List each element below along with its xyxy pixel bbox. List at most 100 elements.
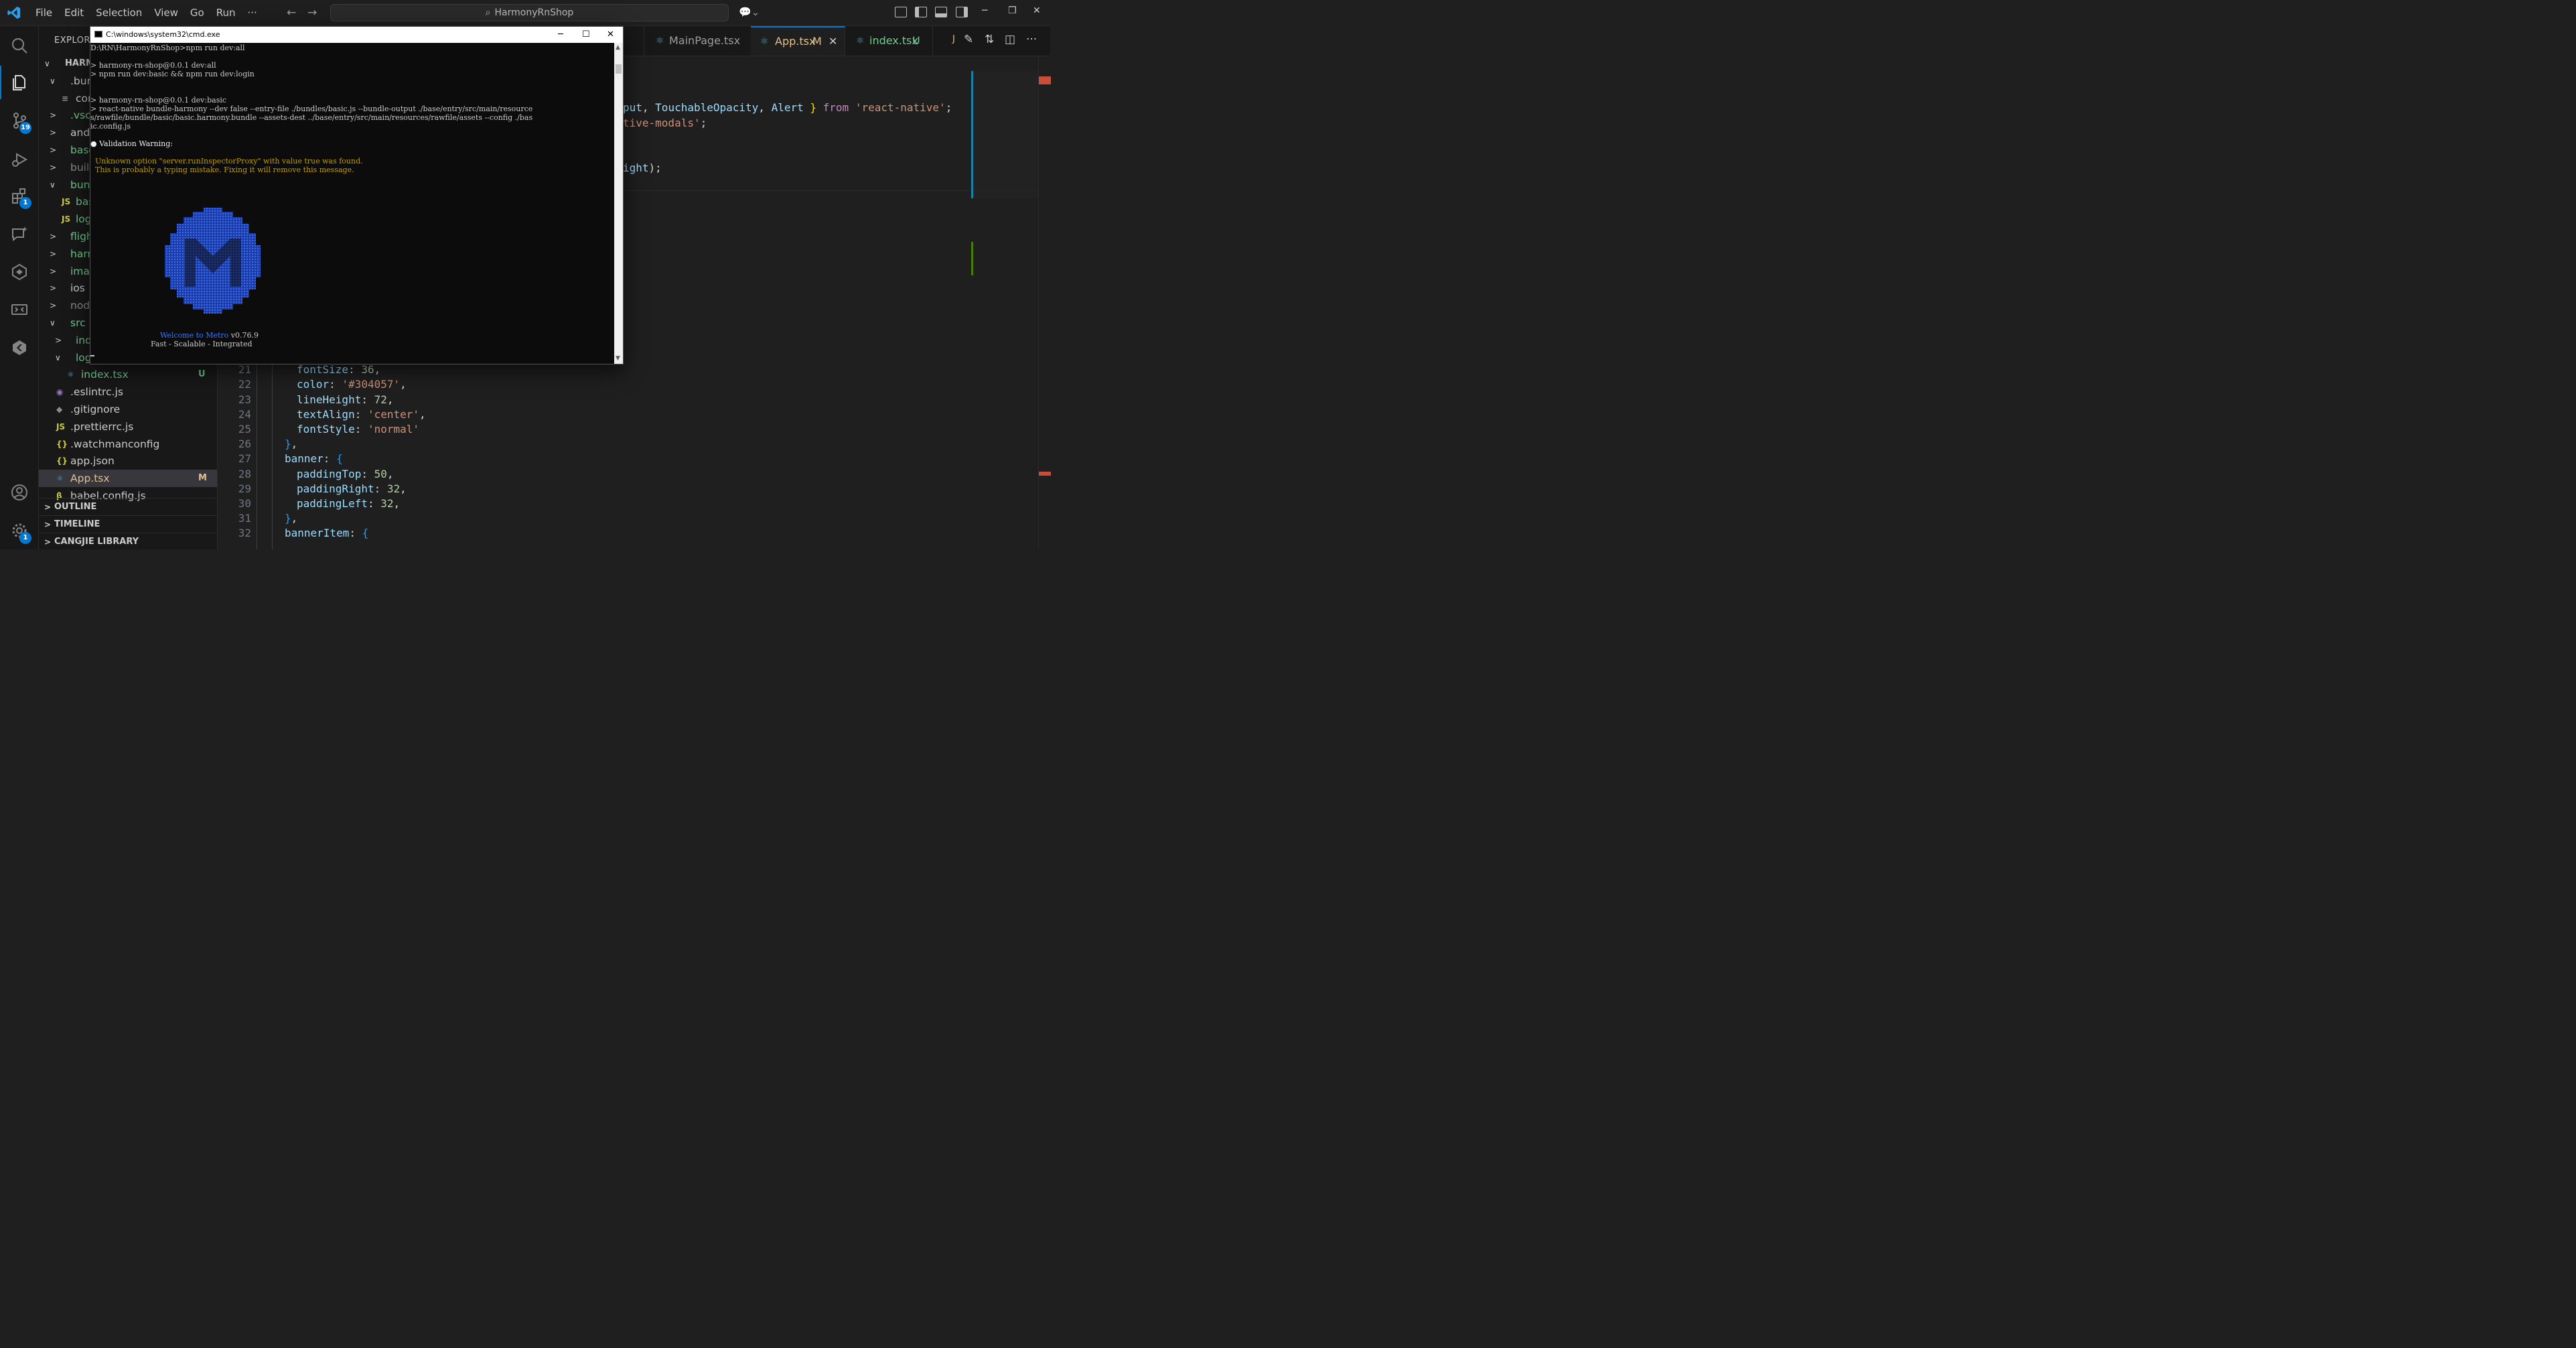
minimize-window-icon[interactable]: ─ <box>982 5 987 16</box>
compare-changes-icon[interactable]: ⇅ <box>985 33 994 46</box>
metro-logo-icon <box>165 208 261 314</box>
run-debug-icon[interactable] <box>0 143 38 176</box>
chevron-right-icon[interactable]: > <box>50 263 56 280</box>
restore-window-icon[interactable]: ❐ <box>1008 5 1017 16</box>
chevron-right-icon[interactable]: > <box>50 124 56 141</box>
scroll-marker <box>1039 76 1051 84</box>
menu-item[interactable]: File <box>29 7 58 19</box>
menu-item[interactable]: Selection <box>90 7 148 19</box>
cmd-scrollbar[interactable]: ▲ ▼ <box>614 43 623 364</box>
chevron-down-icon[interactable]: ∨ <box>55 349 61 366</box>
command-center-search[interactable]: ⌕ HarmonyRnShop <box>330 4 729 21</box>
vscode-logo-icon <box>7 6 21 19</box>
menu-item[interactable]: Go <box>184 7 210 19</box>
line-number: 29 <box>238 482 251 495</box>
file-type-icon: ≡ <box>62 93 69 103</box>
forward-arrow-icon[interactable]: → <box>307 6 317 19</box>
tree-item[interactable]: JS .prettierrc.js <box>39 418 217 435</box>
chevron-right-icon[interactable]: > <box>50 141 56 159</box>
cmd-window[interactable]: C:\windows\system32\cmd.exe ─ ☐ ✕ D:\RN\… <box>90 26 624 364</box>
toggle-primary-sidebar-icon[interactable] <box>915 7 927 17</box>
chevron-down-icon[interactable]: ∨ <box>50 176 56 194</box>
explorer-icon[interactable] <box>0 66 38 99</box>
chevron-right-icon[interactable]: > <box>50 245 56 263</box>
tree-item-label: .prettierrc.js <box>70 420 134 433</box>
code-line: 25 fontStyle: 'normal' <box>218 422 968 437</box>
chevron-right-icon[interactable]: > <box>55 332 62 349</box>
tree-item[interactable]: ⚛ App.tsx M <box>39 470 217 488</box>
chevron-right-icon[interactable]: > <box>50 228 56 245</box>
back-arrow-icon[interactable]: ← <box>287 6 296 19</box>
section-label: OUTLINE <box>54 502 97 512</box>
tab-label: index.tsx <box>869 34 918 47</box>
editor-scrollbar[interactable] <box>1038 56 1051 549</box>
split-editor-icon[interactable]: ◫ <box>1005 33 1015 46</box>
chevron-right-icon[interactable]: > <box>50 159 56 176</box>
code-text: lineHeight: 72, <box>297 393 394 406</box>
section-header[interactable]: > TIMELINE <box>39 515 217 533</box>
tree-item[interactable]: {} .watchmanconfig <box>39 435 217 453</box>
code-line: 30 paddingLeft: 32, <box>218 496 968 511</box>
search-view-icon[interactable] <box>0 29 38 62</box>
edit-pencil-icon[interactable]: ✎ <box>964 33 973 46</box>
minimap[interactable] <box>971 71 1038 285</box>
overflow-tab-icon[interactable]: J <box>952 34 955 44</box>
cmd-output[interactable]: D:\RN\HarmonyRnShop>npm run dev:all > har… <box>90 43 614 364</box>
accounts-icon[interactable] <box>0 476 38 509</box>
code-line: 29 paddingRight: 32, <box>218 482 968 496</box>
section-header[interactable]: > CANGJIE LIBRARY <box>39 533 217 549</box>
code-text: }, <box>285 437 298 451</box>
cursor <box>90 355 94 356</box>
code-line: 22 color: '#304057', <box>218 377 968 392</box>
chat-sparkle-icon[interactable] <box>0 218 38 251</box>
chevron-down-icon[interactable]: ∨ <box>50 72 56 90</box>
close-window-icon[interactable]: ✕ <box>1033 5 1041 16</box>
tree-item-label: App.tsx <box>70 472 110 485</box>
toggle-panel-icon[interactable] <box>935 7 947 17</box>
cmd-app-icon <box>94 31 102 38</box>
tree-item[interactable]: {} app.json <box>39 452 217 470</box>
copilot-chat-icon[interactable]: 💬⌄ <box>739 6 760 18</box>
tab-index[interactable]: ⚛ index.tsx U <box>845 26 933 56</box>
settings-badge: 1 <box>19 532 31 544</box>
menu-item[interactable]: ··· <box>242 7 263 19</box>
menu-item[interactable]: View <box>148 7 184 19</box>
flutter-icon[interactable] <box>0 331 38 364</box>
remote-explorer-icon[interactable] <box>0 293 38 326</box>
tree-item[interactable]: ◉ .eslintrc.js <box>39 383 217 401</box>
extensions-icon[interactable] <box>0 180 38 213</box>
menu-item[interactable]: Run <box>210 7 242 19</box>
tree-item[interactable]: ⚛ index.tsx U <box>39 366 217 383</box>
chevron-down-icon[interactable]: ∨ <box>44 55 50 72</box>
tree-item-label: src <box>70 317 86 329</box>
line-number: 32 <box>238 527 251 540</box>
tab-mainpage[interactable]: ⚛ MainPage.tsx <box>644 26 752 56</box>
close-tab-icon[interactable]: ✕ <box>829 27 837 56</box>
section-label: CANGJIE LIBRARY <box>54 537 139 547</box>
scroll-down-icon[interactable]: ▼ <box>616 355 620 362</box>
tree-item[interactable]: ◆ .gitignore <box>39 401 217 418</box>
terminal-line: This is probably a typing mistake. Fixin… <box>90 165 354 174</box>
customize-layout-icon[interactable] <box>895 7 907 17</box>
scroll-thumb[interactable] <box>616 64 622 74</box>
file-type-icon: ⚛ <box>67 370 74 380</box>
more-actions-icon[interactable]: ··· <box>1026 33 1037 46</box>
chevron-down-icon[interactable]: ∨ <box>50 314 56 332</box>
cmd-close-icon[interactable]: ✕ <box>607 27 614 43</box>
section-header[interactable]: > OUTLINE <box>39 498 217 516</box>
chevron-right-icon: > <box>44 520 52 529</box>
cmd-minimize-icon[interactable]: ─ <box>558 27 563 43</box>
source-control-icon[interactable] <box>0 104 38 137</box>
terminal-line: s/rawfile/bundle/basic/basic.harmony.bun… <box>90 113 533 122</box>
deveco-icon[interactable] <box>0 255 38 289</box>
menu-item[interactable]: Edit <box>58 7 90 19</box>
settings-gear-icon[interactable] <box>0 514 38 547</box>
cmd-title-bar[interactable]: C:\windows\system32\cmd.exe ─ ☐ ✕ <box>90 27 623 43</box>
toggle-secondary-sidebar-icon[interactable] <box>956 7 968 17</box>
scroll-up-icon[interactable]: ▲ <box>616 44 620 51</box>
chevron-right-icon[interactable]: > <box>50 297 56 314</box>
tab-app[interactable]: ⚛ App.tsx M ✕ <box>751 26 845 56</box>
cmd-maximize-icon[interactable]: ☐ <box>582 27 590 43</box>
chevron-right-icon[interactable]: > <box>50 107 56 124</box>
chevron-right-icon[interactable]: > <box>50 279 56 297</box>
